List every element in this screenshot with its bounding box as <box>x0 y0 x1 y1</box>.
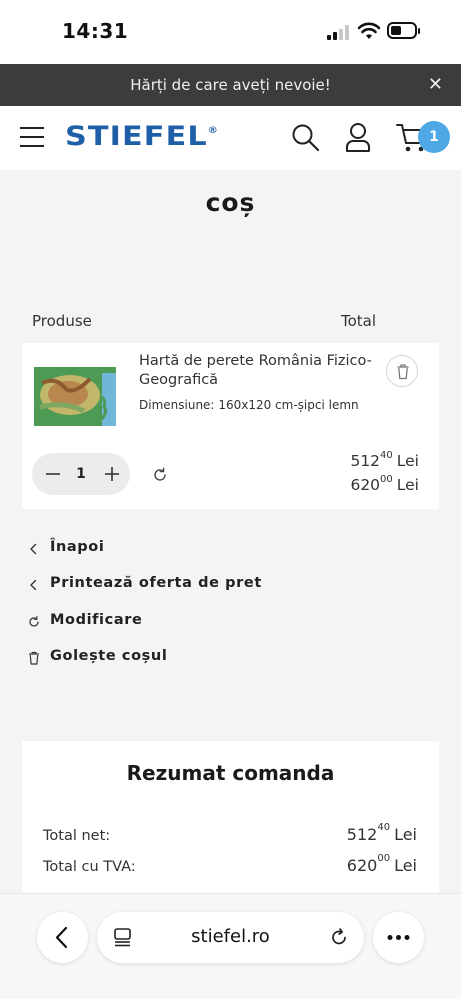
promo-text: Hărți de care aveți nevoie! <box>130 76 331 94</box>
browser-back-button[interactable] <box>37 912 88 963</box>
product-dimension: Dimensiune: 160x120 cm-șipci lemn <box>139 398 359 412</box>
refresh-icon[interactable] <box>150 465 170 485</box>
quantity-stepper: 1 <box>32 453 130 495</box>
update-cart-label: Modificare <box>50 612 143 628</box>
status-time: 14:31 <box>62 19 129 43</box>
search-icon[interactable] <box>290 122 320 152</box>
minus-icon[interactable] <box>41 462 65 486</box>
signal-icon <box>327 24 351 40</box>
url-text: stiefel.ro <box>191 926 270 947</box>
wifi-icon <box>357 22 381 39</box>
total-net-value: 51240 Lei <box>346 822 417 844</box>
quantity-value[interactable]: 1 <box>68 453 94 495</box>
column-header-products: Produse <box>32 312 92 330</box>
total-net-label: Total net: <box>43 828 111 844</box>
close-icon[interactable]: ✕ <box>428 64 443 106</box>
print-offer-label: Printează oferta de pret <box>50 575 262 591</box>
plus-icon[interactable] <box>100 462 124 486</box>
chevron-left-icon <box>30 579 37 591</box>
total-vat-value: 62000 Lei <box>346 853 417 875</box>
promo-banner: Hărți de care aveți nevoie! ✕ <box>0 64 461 106</box>
user-icon[interactable] <box>344 122 372 152</box>
column-header-total: Total <box>341 312 377 330</box>
more-options-button[interactable] <box>373 912 424 963</box>
trash-icon <box>397 364 409 380</box>
summary-title: Rezumat comanda <box>126 761 335 785</box>
empty-cart-label: Golește coșul <box>50 648 168 664</box>
cart-item: Hartă de perete România Fizico-Geografic… <box>22 343 439 509</box>
product-name[interactable]: Hartă de perete România Fizico-Geografic… <box>139 352 389 390</box>
trash-icon <box>29 651 39 665</box>
more-icon <box>387 935 410 940</box>
chevron-left-icon <box>30 543 37 555</box>
menu-icon[interactable] <box>20 127 44 147</box>
remove-item-button[interactable] <box>386 355 418 387</box>
total-vat-label: Total cu TVA: <box>43 859 136 875</box>
status-bar: 14:31 <box>0 0 461 64</box>
battery-icon <box>387 22 420 39</box>
cart-count-badge[interactable]: 1 <box>418 121 450 153</box>
dimension-label: Dimensiune: <box>139 398 215 412</box>
chevron-left-icon <box>55 926 68 949</box>
dimension-value: 160x120 cm-șipci lemn <box>218 398 359 412</box>
product-thumbnail[interactable] <box>34 367 116 426</box>
item-price-gross: 62000 Lei <box>350 474 419 494</box>
back-label: Înapoi <box>50 539 105 555</box>
stiefel-logo[interactable]: STIEFEL® <box>65 121 219 152</box>
address-bar[interactable]: stiefel.ro <box>97 912 364 963</box>
item-price-net: 51240 Lei <box>350 450 419 470</box>
site-header: STIEFEL® <box>0 106 461 170</box>
page-title: coș <box>205 188 256 217</box>
reload-icon[interactable] <box>329 927 349 947</box>
refresh-icon <box>29 616 39 627</box>
browser-toolbar: stiefel.ro <box>0 893 461 999</box>
